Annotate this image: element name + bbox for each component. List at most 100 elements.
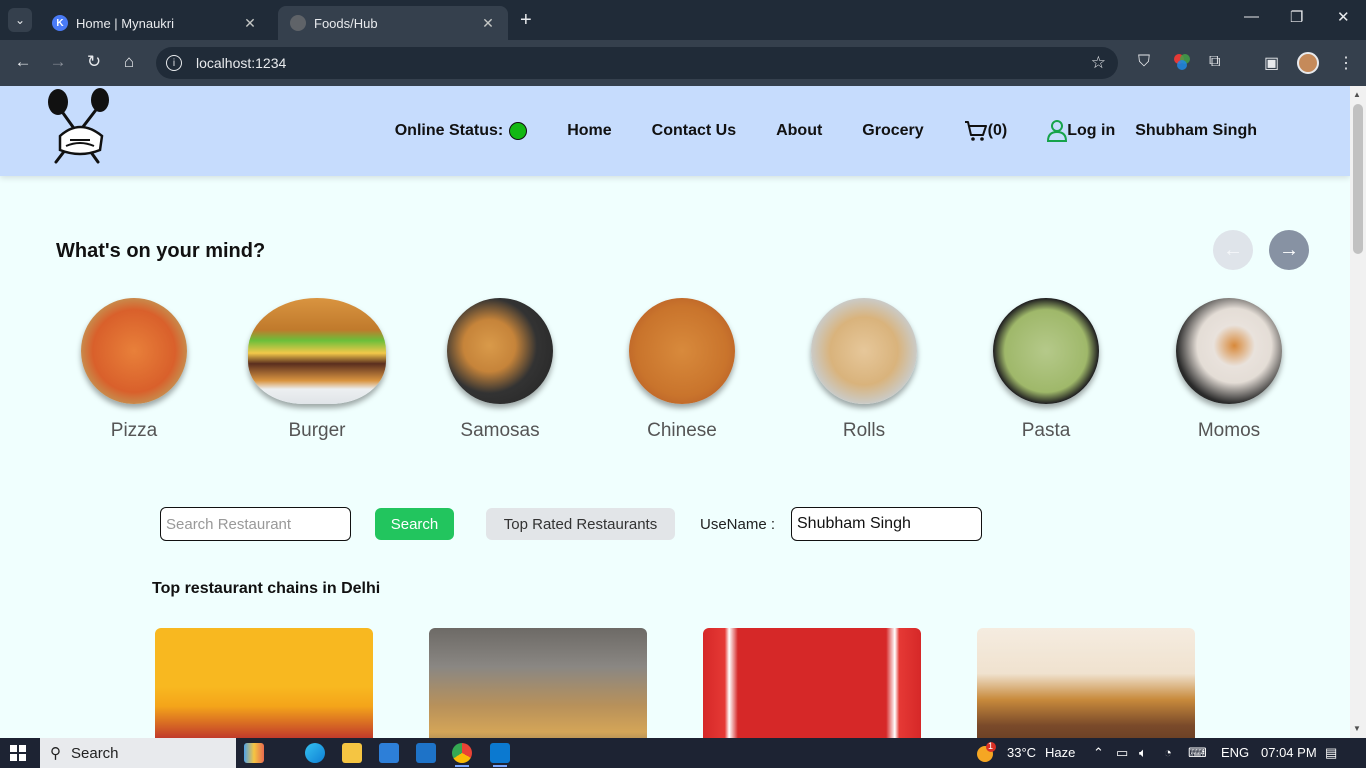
food-label: Burger — [288, 420, 346, 441]
chrome-icon[interactable] — [452, 743, 472, 763]
site-info-icon[interactable]: i — [166, 55, 182, 71]
restaurant-card-biryani[interactable] — [429, 628, 647, 738]
food-label: Pizza — [110, 420, 158, 441]
scrollbar-thumb[interactable] — [1353, 104, 1363, 254]
new-tab-plus-icon[interactable]: + — [520, 10, 532, 30]
food-item-burger[interactable]: Burger — [247, 298, 387, 442]
food-item-pasta[interactable]: Pasta — [976, 298, 1116, 442]
food-item-pizza[interactable]: Pizza — [64, 298, 204, 442]
weather-icon[interactable]: 1 — [975, 741, 997, 763]
online-status: Online Status: — [395, 122, 528, 140]
more-menu-icon[interactable]: ⋮ — [1338, 53, 1354, 73]
foodshub-logo-icon[interactable] — [46, 88, 114, 168]
restaurant-card-kfc[interactable] — [703, 628, 921, 738]
food-label: Momos — [1197, 420, 1261, 441]
keyboard-icon[interactable]: ⌨︎ — [1188, 745, 1207, 761]
windows-start-icon[interactable] — [10, 745, 26, 761]
restore-icon[interactable]: ❐ — [1290, 8, 1303, 26]
food-carousel: Pizza Burger Samosas Chinese Rolls Pasta… — [0, 298, 1350, 458]
back-arrow-icon[interactable]: ← — [12, 52, 34, 72]
restaurant-card-mcdonalds[interactable] — [155, 628, 373, 738]
nav-bar: Online Status: Home Contact Us About Gro… — [355, 86, 1257, 176]
scroll-down-icon[interactable]: ▼ — [1353, 724, 1361, 733]
edge-icon[interactable] — [305, 743, 325, 763]
widgets-icon[interactable] — [244, 743, 264, 763]
username-input[interactable]: Shubham Singh — [791, 507, 982, 541]
top-rated-button[interactable]: Top Rated Restaurants — [486, 508, 675, 540]
notifications-icon[interactable]: ▤ — [1325, 745, 1337, 761]
section-title: What's on your mind? — [56, 240, 266, 262]
color-extension-icon[interactable] — [1173, 53, 1191, 76]
restaurant-card-burger[interactable] — [977, 628, 1195, 738]
bookmark-star-icon[interactable]: ☆ — [1091, 53, 1106, 73]
file-explorer-icon[interactable] — [342, 743, 362, 763]
language-indicator[interactable]: ENG — [1221, 745, 1249, 760]
site-header: Online Status: Home Contact Us About Gro… — [0, 86, 1350, 176]
mynaukri-favicon-icon: K — [52, 15, 68, 31]
nav-about[interactable]: About — [776, 122, 822, 140]
tab-search-chevron-icon[interactable]: ⌄ — [8, 8, 32, 32]
battery-icon[interactable]: ▭ — [1116, 745, 1128, 761]
search-restaurant-input[interactable]: Search Restaurant — [160, 507, 351, 541]
food-item-rolls[interactable]: Rolls — [794, 298, 934, 442]
weather-badge: 1 — [988, 741, 994, 751]
rolls-image — [811, 298, 917, 404]
windows-taskbar: ⚲ Search 1 33°C Haze ⌃ ▭ 🔈︎ ◔ ⌨︎ ENG 07:… — [0, 738, 1366, 768]
login-label: Log in — [1067, 122, 1116, 139]
cart-link[interactable]: (0) — [964, 120, 1007, 142]
user-name: Shubham Singh — [1135, 122, 1257, 139]
tab-foodshub[interactable]: Foods/Hub ✕ — [278, 6, 508, 40]
wifi-icon[interactable]: ◔ — [1164, 745, 1172, 760]
food-item-chinese[interactable]: Chinese — [612, 298, 752, 442]
nav-home[interactable]: Home — [567, 122, 611, 140]
globe-favicon-icon — [290, 15, 306, 31]
cart-icon — [964, 121, 987, 141]
tab-title: Foods/Hub — [314, 15, 378, 31]
weather-desc[interactable]: Haze — [1045, 745, 1075, 760]
tab-mynaukri[interactable]: K Home | Mynaukri ✕ — [40, 6, 270, 40]
scroll-up-icon[interactable]: ▲ — [1353, 90, 1361, 99]
food-item-samosas[interactable]: Samosas — [430, 298, 570, 442]
close-tab-icon[interactable]: ✕ — [480, 15, 496, 32]
search-icon: ⚲ — [50, 745, 61, 762]
user-icon — [1047, 120, 1068, 142]
food-item-momos[interactable]: Momos — [1159, 298, 1299, 442]
taskbar-search[interactable]: ⚲ Search — [40, 738, 236, 768]
carousel-prev-button[interactable]: ← — [1213, 230, 1253, 270]
webpage: Online Status: Home Contact Us About Gro… — [0, 86, 1350, 738]
close-window-icon[interactable]: ✕ — [1337, 8, 1350, 26]
page-scrollbar[interactable]: ▲ ▼ — [1350, 86, 1366, 738]
store-icon[interactable] — [379, 743, 399, 763]
weather-temp[interactable]: 33°C — [1007, 745, 1036, 760]
nav-contact-us[interactable]: Contact Us — [652, 122, 736, 140]
extensions-puzzle-icon[interactable]: ⧉ — [1209, 53, 1220, 71]
profile-avatar[interactable] — [1297, 52, 1319, 74]
shield-extension-icon[interactable]: ⛉ — [1138, 53, 1150, 71]
login-button[interactable]: Log in — [1047, 120, 1115, 142]
taskbar-search-label: Search — [71, 744, 119, 762]
search-bar: Search Restaurant Search Top Rated Resta… — [0, 506, 1350, 546]
forward-arrow-icon[interactable]: → — [47, 52, 69, 72]
chinese-image — [629, 298, 735, 404]
close-tab-icon[interactable]: ✕ — [242, 15, 258, 32]
minimize-icon[interactable]: — — [1244, 8, 1259, 25]
momos-image — [1176, 298, 1282, 404]
pasta-image — [993, 298, 1099, 404]
burger-image — [248, 298, 386, 404]
clock[interactable]: 07:04 PM — [1261, 745, 1317, 760]
omnibox[interactable]: i localhost:1234 ☆ — [156, 47, 1118, 79]
active-app-indicator — [455, 765, 469, 767]
vscode-icon[interactable] — [490, 743, 510, 763]
search-button[interactable]: Search — [375, 508, 454, 540]
mail-icon[interactable] — [416, 743, 436, 763]
home-icon[interactable]: ⌂ — [118, 52, 140, 72]
chains-title: Top restaurant chains in Delhi — [152, 580, 381, 597]
volume-icon[interactable]: 🔈︎ — [1139, 745, 1147, 761]
reload-icon[interactable]: ↻ — [83, 52, 105, 72]
food-label: Rolls — [842, 420, 886, 441]
food-label: Chinese — [647, 420, 717, 441]
side-panel-icon[interactable]: ▣ — [1264, 53, 1279, 73]
carousel-next-button[interactable]: → — [1269, 230, 1309, 270]
nav-grocery[interactable]: Grocery — [862, 122, 923, 140]
tray-chevron-up-icon[interactable]: ⌃ — [1093, 745, 1104, 761]
